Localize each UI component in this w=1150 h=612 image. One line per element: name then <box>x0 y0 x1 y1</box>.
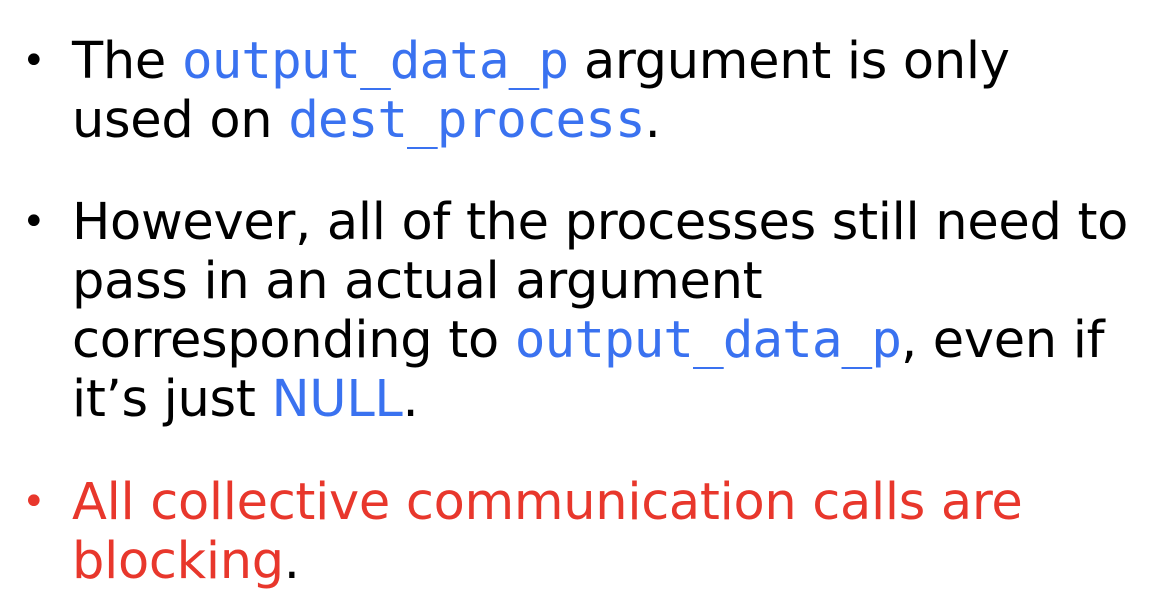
code-term-dest-process: dest_process <box>288 91 645 150</box>
bullet-period: . <box>283 532 300 591</box>
bullet-collective-calls-blocking: All collective communication calls are b… <box>0 473 1150 591</box>
bullet-text: The <box>72 32 182 91</box>
code-term-null: NULL <box>271 370 403 429</box>
bullet-text: All collective communication calls are b… <box>72 473 1023 591</box>
bullet-text: . <box>402 370 419 429</box>
slide: The output_data_p argument is only used … <box>0 0 1150 612</box>
bullet-output-data-usage: The output_data_p argument is only used … <box>0 32 1150 150</box>
code-term-output-data-p: output_data_p <box>181 32 569 91</box>
code-term-output-data-p: output_data_p <box>514 311 902 370</box>
bullet-all-processes-pass-argument: However, all of the processes still need… <box>0 193 1150 429</box>
bullet-text: . <box>644 91 661 150</box>
